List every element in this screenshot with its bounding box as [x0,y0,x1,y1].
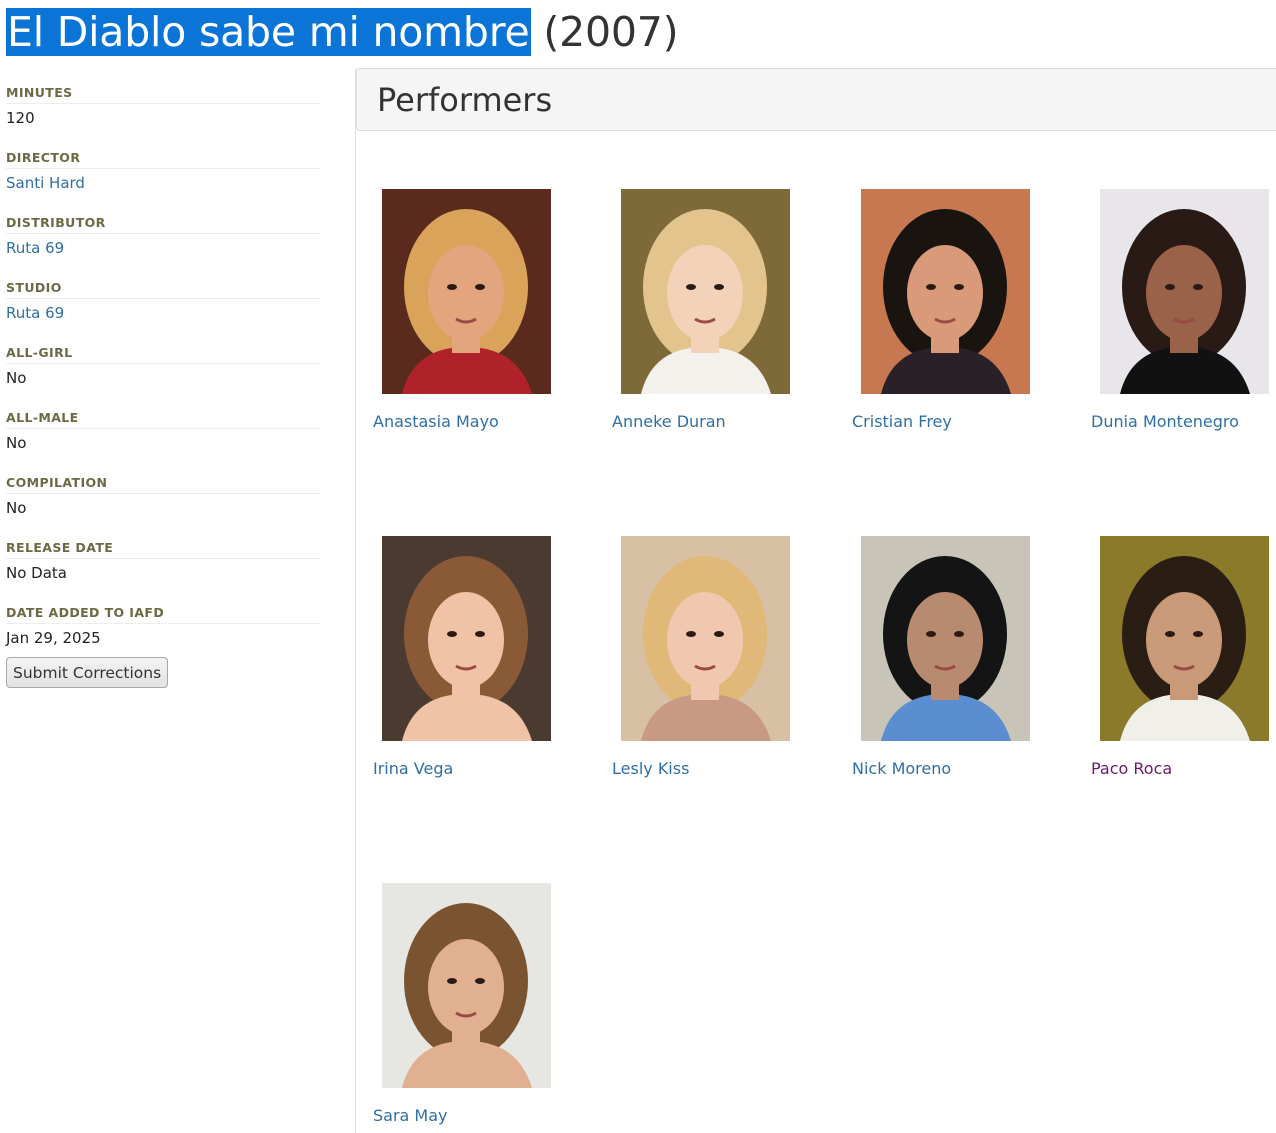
field-label-date-added: DATE ADDED TO IAFD [6,604,320,624]
performer-photo[interactable] [861,189,1030,394]
performer-name-link[interactable]: Anneke Duran [612,412,726,431]
field-value-distributor: Ruta 69 [6,234,320,279]
performer-photo[interactable] [621,189,790,394]
performer-photo[interactable] [1100,189,1269,394]
field-label-all-male: ALL-MALE [6,409,320,429]
title-highlighted-text: El Diablo sabe mi nombre [6,8,531,56]
performers-panel: Performers Anastasia Mayo Anneke Duran Cri… [355,68,1276,1133]
director-link[interactable]: Santi Hard [6,174,85,192]
performer-name-link[interactable]: Sara May [373,1106,448,1125]
field-value-all-girl: No [6,369,27,387]
field-value-release-date: No Data [6,564,67,582]
performer-photo[interactable] [382,189,551,394]
field-value-studio: Ruta 69 [6,299,320,344]
performer-name-link[interactable]: Nick Moreno [852,759,951,778]
performer-card: Lesly Kiss [612,536,812,781]
performer-name-link[interactable]: Anastasia Mayo [373,412,499,431]
performer-name-link[interactable]: Lesly Kiss [612,759,689,778]
performer-photo[interactable] [861,536,1030,741]
field-label-compilation: COMPILATION [6,474,320,494]
performer-card: Sara May [373,883,573,1128]
performer-photo[interactable] [382,883,551,1088]
field-label-distributor: DISTRIBUTOR [6,214,320,234]
performer-photo[interactable] [1100,536,1269,741]
performer-card: Cristian Frey [852,189,1052,434]
field-label-director: DIRECTOR [6,149,320,169]
performer-name-link[interactable]: Cristian Frey [852,412,952,431]
field-label-studio: STUDIO [6,279,320,299]
performer-photo[interactable] [382,536,551,741]
studio-link[interactable]: Ruta 69 [6,304,64,322]
performers-panel-heading: Performers [356,68,1276,131]
performer-name-link[interactable]: Dunia Montenegro [1091,412,1239,431]
field-value-compilation: No [6,499,27,517]
performer-card: Irina Vega [373,536,573,781]
movie-info-sidebar: MINUTES 120 DIRECTOR Santi Hard DISTRIBU… [6,84,320,669]
performer-name-link[interactable]: Paco Roca [1091,759,1172,778]
page-title: El Diablo sabe mi nombre (2007) [6,6,679,58]
field-value-all-male: No [6,434,27,452]
performers-heading: Performers [377,81,553,119]
field-label-release-date: RELEASE DATE [6,539,320,559]
field-label-all-girl: ALL-GIRL [6,344,320,364]
field-value-director: Santi Hard [6,169,320,214]
field-value-minutes: 120 [6,109,35,127]
submit-corrections-button[interactable]: Submit Corrections [6,657,169,688]
performer-card: Paco Roca [1091,536,1276,781]
performer-card: Anastasia Mayo [373,189,573,434]
title-year: (2007) [543,8,679,56]
performer-name-link[interactable]: Irina Vega [373,759,453,778]
performer-card: Dunia Montenegro [1091,189,1276,434]
performer-card: Anneke Duran [612,189,812,434]
distributor-link[interactable]: Ruta 69 [6,239,64,257]
performer-photo[interactable] [621,536,790,741]
performer-card: Nick Moreno [852,536,1052,781]
field-label-minutes: MINUTES [6,84,320,104]
